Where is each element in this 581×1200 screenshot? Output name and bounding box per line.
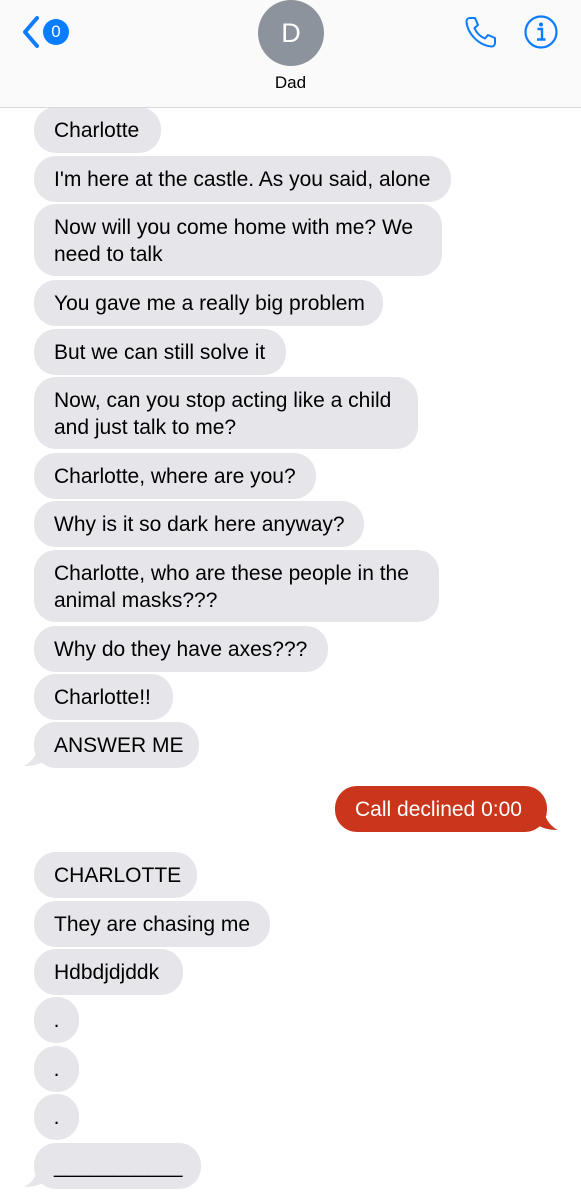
chevron-left-icon bbox=[23, 16, 39, 48]
message-bubble[interactable]: Hdbdjdjddk bbox=[34, 949, 183, 995]
message-bubble[interactable]: . bbox=[34, 997, 79, 1043]
unread-count-badge: 0 bbox=[43, 19, 69, 45]
bubble-tail bbox=[24, 1165, 48, 1187]
contact-name[interactable]: Dad bbox=[0, 73, 581, 93]
message-bubble[interactable]: . bbox=[34, 1046, 79, 1092]
message-bubble[interactable]: Why do they have axes??? bbox=[34, 626, 328, 672]
message-bubble[interactable]: CHARLOTTE bbox=[34, 852, 197, 898]
avatar[interactable]: D bbox=[258, 0, 324, 66]
phone-icon[interactable] bbox=[463, 14, 499, 50]
message-bubble[interactable]: Charlotte, where are you? bbox=[34, 453, 316, 499]
message-bubble[interactable]: Now will you come home with me? We need … bbox=[34, 204, 442, 276]
info-icon[interactable] bbox=[523, 14, 559, 50]
back-button[interactable]: 0 bbox=[20, 14, 69, 50]
message-bubble[interactable]: Charlotte!! bbox=[34, 674, 173, 720]
message-thread: Charlotte I'm here at the castle. As you… bbox=[0, 0, 581, 1200]
message-bubble[interactable]: Charlotte bbox=[34, 107, 161, 153]
conversation-header: 0 D Dad bbox=[0, 0, 581, 108]
message-bubble[interactable]: Now, can you stop acting like a child an… bbox=[34, 377, 418, 449]
message-bubble[interactable]: Why is it so dark here anyway? bbox=[34, 501, 364, 547]
message-bubble[interactable]: You gave me a really big problem bbox=[34, 280, 383, 326]
bubble-tail bbox=[534, 808, 558, 830]
message-bubble[interactable]: Charlotte, who are these people in the a… bbox=[34, 550, 439, 622]
message-bubble[interactable]: ___________ bbox=[34, 1143, 201, 1189]
message-bubble[interactable]: ANSWER ME bbox=[34, 722, 199, 768]
message-bubble[interactable]: They are chasing me bbox=[34, 901, 270, 947]
message-bubble[interactable]: I'm here at the castle. As you said, alo… bbox=[34, 156, 451, 202]
bubble-tail bbox=[24, 744, 48, 766]
message-bubble[interactable]: But we can still solve it bbox=[34, 329, 286, 375]
call-declined-bubble[interactable]: Call declined 0:00 bbox=[335, 786, 547, 832]
message-bubble[interactable]: . bbox=[34, 1094, 79, 1140]
